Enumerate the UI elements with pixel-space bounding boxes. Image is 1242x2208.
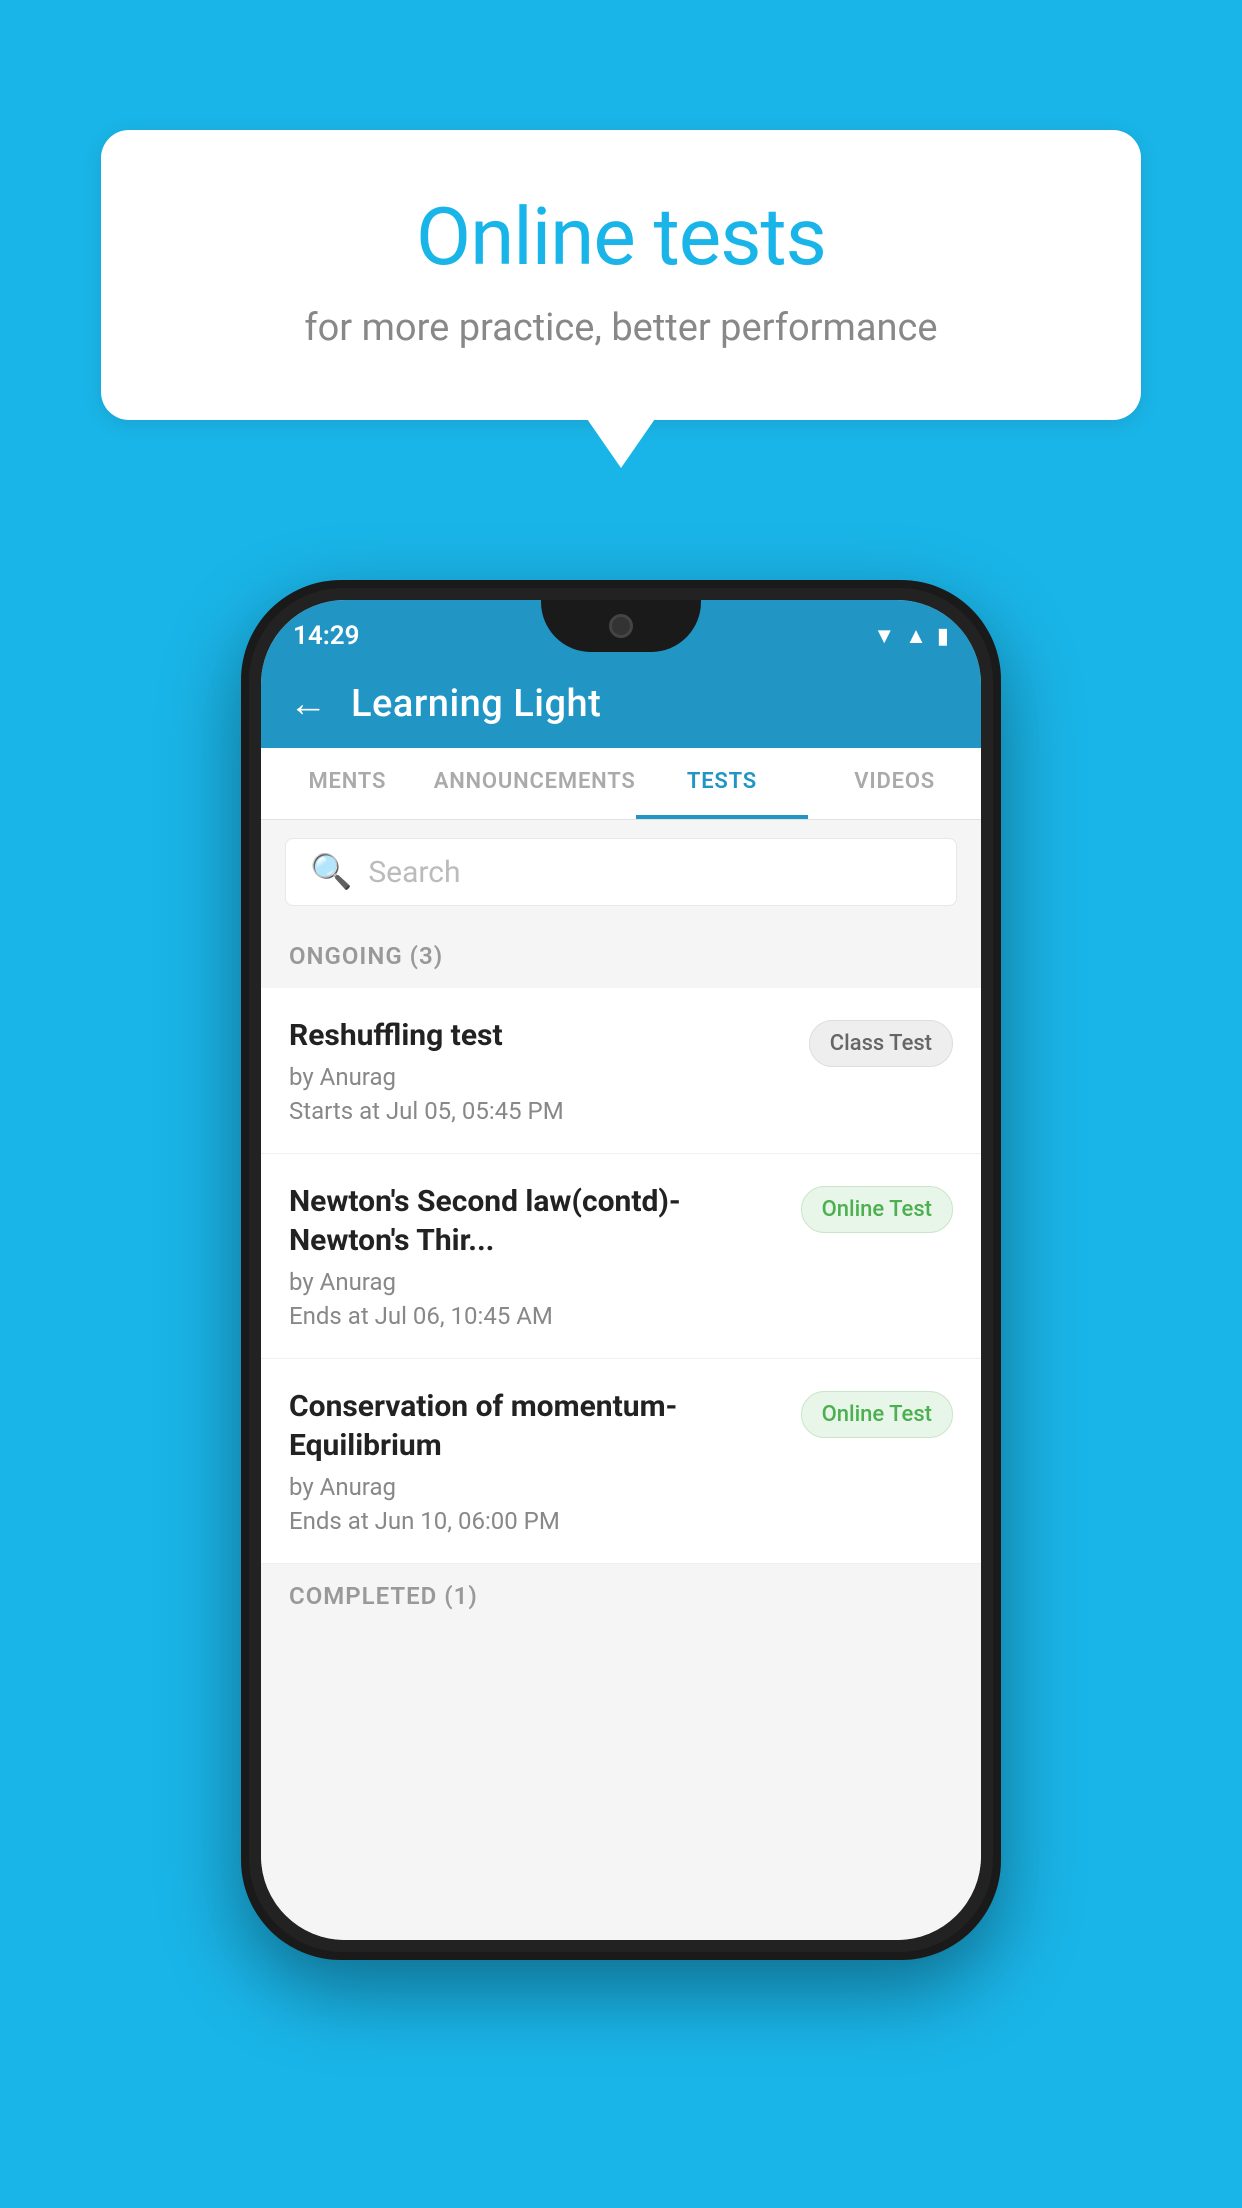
phone-screen: 14:29 ▼ ▲ ▮ ← Learning Light MENTS (261, 600, 981, 1940)
search-box[interactable]: 🔍 Search (285, 838, 957, 906)
test-name: Conservation of momentum-Equilibrium (289, 1387, 785, 1465)
test-item[interactable]: Reshuffling test by Anurag Starts at Jul… (261, 988, 981, 1154)
search-icon: 🔍 (310, 852, 352, 892)
test-info: Reshuffling test by Anurag Starts at Jul… (289, 1016, 793, 1125)
phone-notch (541, 600, 701, 652)
screen-content: 🔍 Search ONGOING (3) Reshuffling test by… (261, 820, 981, 1940)
test-badge-class: Class Test (809, 1020, 953, 1067)
test-list: Reshuffling test by Anurag Starts at Jul… (261, 988, 981, 1564)
search-placeholder: Search (368, 855, 460, 890)
test-badge-online: Online Test (801, 1391, 953, 1438)
test-author: by Anurag (289, 1063, 793, 1091)
test-item[interactable]: Conservation of momentum-Equilibrium by … (261, 1359, 981, 1564)
test-info: Newton's Second law(contd)-Newton's Thir… (289, 1182, 785, 1330)
status-time: 14:29 (293, 613, 360, 651)
ongoing-section-header: ONGOING (3) (261, 924, 981, 988)
wifi-icon: ▼ (873, 623, 895, 649)
hero-title: Online tests (181, 190, 1061, 284)
phone-wrapper: 14:29 ▼ ▲ ▮ ← Learning Light MENTS (0, 580, 1242, 2020)
test-name: Reshuffling test (289, 1016, 793, 1055)
test-badge-online: Online Test (801, 1186, 953, 1233)
hero-section: Online tests for more practice, better p… (0, 0, 1242, 500)
app-bar: ← Learning Light (261, 660, 981, 748)
back-button[interactable]: ← (289, 682, 327, 726)
hero-subtitle: for more practice, better performance (181, 306, 1061, 350)
completed-section-header: COMPLETED (1) (261, 1564, 981, 1628)
phone-mockup: 14:29 ▼ ▲ ▮ ← Learning Light MENTS (241, 580, 1001, 1960)
test-info: Conservation of momentum-Equilibrium by … (289, 1387, 785, 1535)
test-date: Ends at Jul 06, 10:45 AM (289, 1302, 785, 1330)
speech-bubble: Online tests for more practice, better p… (101, 130, 1141, 420)
tab-announcements[interactable]: ANNOUNCEMENTS (434, 748, 636, 819)
test-name: Newton's Second law(contd)-Newton's Thir… (289, 1182, 785, 1260)
test-author: by Anurag (289, 1473, 785, 1501)
battery-icon: ▮ (937, 624, 949, 649)
tab-videos[interactable]: VIDEOS (808, 748, 981, 819)
test-author: by Anurag (289, 1268, 785, 1296)
tabs-bar: MENTS ANNOUNCEMENTS TESTS VIDEOS (261, 748, 981, 820)
status-icons: ▼ ▲ ▮ (873, 615, 949, 649)
test-date: Starts at Jul 05, 05:45 PM (289, 1097, 793, 1125)
tab-tests[interactable]: TESTS (636, 748, 809, 819)
tab-ments[interactable]: MENTS (261, 748, 434, 819)
test-item[interactable]: Newton's Second law(contd)-Newton's Thir… (261, 1154, 981, 1359)
search-container: 🔍 Search (261, 820, 981, 924)
test-date: Ends at Jun 10, 06:00 PM (289, 1507, 785, 1535)
front-camera (609, 614, 633, 638)
phone-inner: 14:29 ▼ ▲ ▮ ← Learning Light MENTS (249, 588, 993, 1952)
signal-icon: ▲ (905, 623, 927, 649)
app-bar-title: Learning Light (351, 682, 601, 726)
